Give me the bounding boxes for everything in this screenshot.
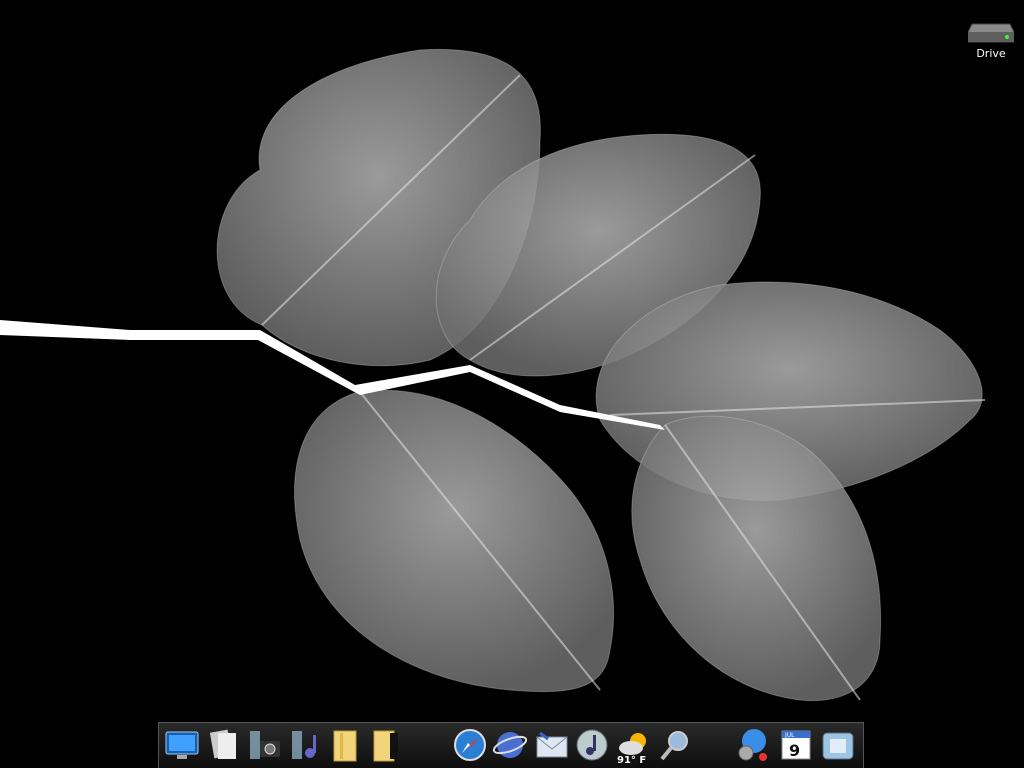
safari-compass-icon [454,729,486,761]
desktop-icon-label: Drive [976,47,1006,60]
desktop-wallpaper [0,48,986,702]
calendar-icon: JUL 9 [781,730,811,760]
dock-item-system-preferences[interactable] [733,726,771,764]
dock-item-spotlight[interactable] [657,726,695,764]
dock-item-finder[interactable] [819,726,857,764]
dock-item-folder[interactable] [327,726,365,764]
desktop-icon-drive[interactable]: Drive [960,18,1022,60]
dock-item-calendar[interactable]: JUL 9 [777,726,815,764]
dock-item-itunes[interactable] [573,726,611,764]
dock: 91° F JUL 9 [158,722,864,768]
dock-item-network[interactable] [491,726,529,764]
calendar-day: 9 [789,741,800,760]
dock-item-desktop[interactable] [163,726,201,764]
dock-item-mail[interactable] [533,726,571,764]
finder-icon [822,732,854,760]
calendar-month: JUL [784,732,795,739]
music-stack-icon [292,731,316,759]
camera-stack-icon [250,731,280,759]
dock-item-safari[interactable] [451,726,489,764]
system-preferences-icon [738,729,767,761]
hard-drive-icon [968,23,1014,43]
weather-temperature: 91° F [617,755,647,766]
dock-item-pictures[interactable] [245,726,283,764]
document-stack-icon [209,729,236,759]
dock-item-music[interactable] [287,726,325,764]
dock-item-weather[interactable]: 91° F [615,726,653,766]
dock-item-documents[interactable] [205,726,243,764]
folder-icon [333,730,357,762]
dock-item-folder-2[interactable] [367,726,405,764]
folder-dark-icon [373,730,398,762]
spotlight-magnifier-icon [660,731,688,761]
itunes-icon [576,729,608,761]
mail-icon [536,731,568,758]
network-globe-icon [492,732,528,758]
monitor-desktop-icon [165,731,199,759]
